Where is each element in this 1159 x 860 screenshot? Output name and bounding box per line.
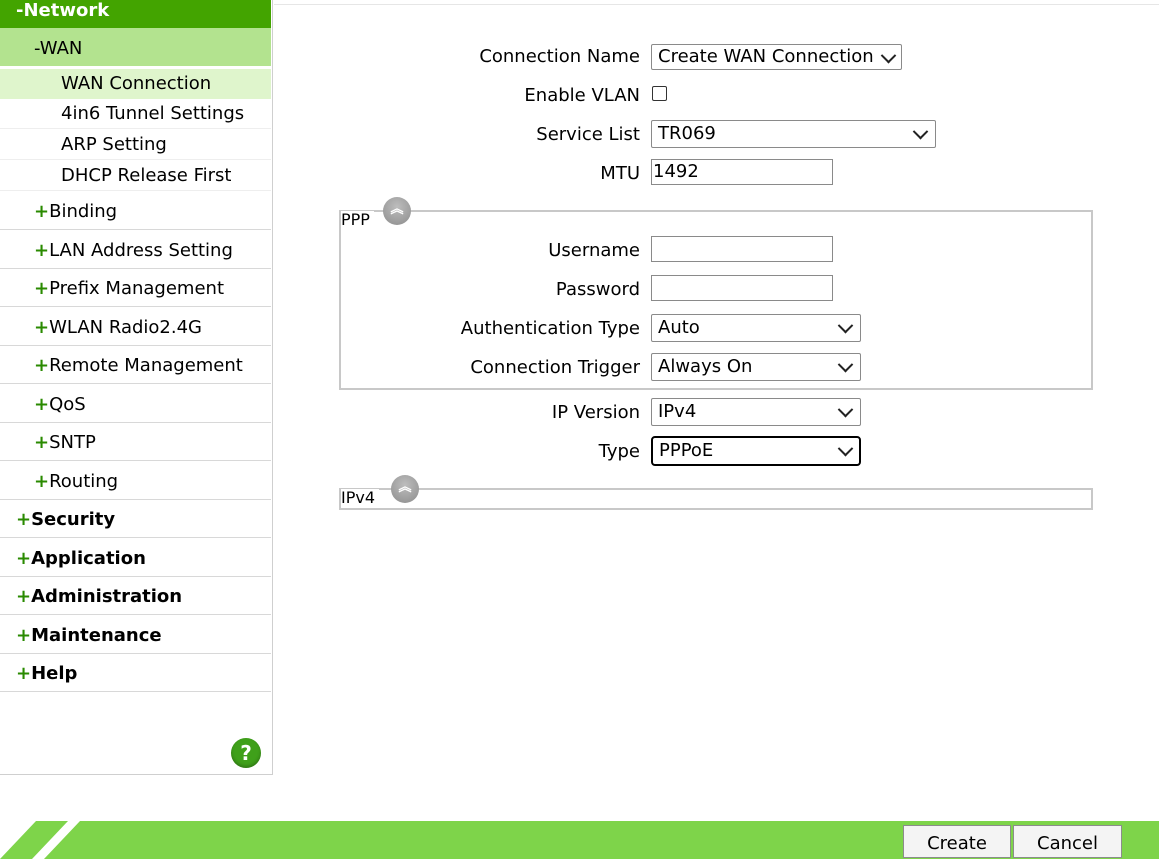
- chevron-down-icon: [880, 47, 897, 64]
- nav-item-label: Help: [31, 663, 78, 684]
- plus-icon: +: [16, 548, 32, 569]
- plus-icon: +: [16, 509, 32, 530]
- nav-item-remote-management[interactable]: +Remote Management: [0, 346, 271, 384]
- nav-item-label: QoS: [49, 394, 86, 415]
- nav-item-prefix-management[interactable]: +Prefix Management: [0, 269, 271, 307]
- plus-icon: +: [34, 471, 50, 492]
- plus-icon: +: [34, 317, 50, 338]
- ip-version-select[interactable]: IPv4: [651, 398, 861, 426]
- enable-vlan-checkbox[interactable]: [652, 86, 667, 101]
- nav-administration[interactable]: +Administration: [0, 577, 271, 615]
- nav-item-label: WAN Connection: [61, 73, 212, 94]
- nav-application[interactable]: +Application: [0, 539, 271, 577]
- nav-help[interactable]: +Help: [0, 654, 271, 692]
- nav-item-label: Application: [31, 548, 146, 569]
- create-button[interactable]: Create: [903, 825, 1011, 858]
- password-label: Password: [555, 279, 640, 300]
- username-input[interactable]: [651, 236, 833, 262]
- chevron-down-icon: [837, 401, 854, 418]
- nav-item-arp-setting[interactable]: ARP Setting: [0, 130, 271, 160]
- type-label: Type: [598, 441, 640, 462]
- type-value: PPPoE: [659, 440, 714, 461]
- chevron-down-icon: [912, 123, 929, 140]
- nav-item-lan-address[interactable]: +LAN Address Setting: [0, 231, 271, 269]
- type-select[interactable]: PPPoE: [651, 436, 861, 466]
- nav-item-wan-connection[interactable]: WAN Connection: [0, 69, 271, 99]
- nav-item-label: Maintenance: [31, 625, 162, 646]
- ip-version-value: IPv4: [658, 401, 697, 422]
- service-list-select[interactable]: TR069: [651, 120, 936, 148]
- cancel-button[interactable]: Cancel: [1013, 825, 1122, 858]
- nav-item-sntp[interactable]: +SNTP: [0, 423, 271, 461]
- chevron-down-icon: [837, 356, 854, 373]
- nav-wan-label: -WAN: [34, 38, 83, 59]
- auth-type-label: Authentication Type: [460, 318, 640, 339]
- nav-item-label: Routing: [49, 471, 119, 492]
- plus-icon: +: [16, 663, 32, 684]
- double-chevron-up-icon[interactable]: ︽: [383, 197, 411, 225]
- plus-icon: +: [34, 394, 50, 415]
- plus-icon: +: [16, 586, 32, 607]
- nav-item-label: LAN Address Setting: [49, 240, 233, 261]
- connection-trigger-label: Connection Trigger: [470, 357, 640, 378]
- nav-item-label: Binding: [49, 201, 118, 222]
- mtu-input[interactable]: 1492: [651, 159, 833, 185]
- connection-trigger-value: Always On: [658, 356, 753, 377]
- connection-trigger-select[interactable]: Always On: [651, 353, 861, 381]
- plus-icon: +: [34, 355, 50, 376]
- sidebar-nav: -Network -WAN WAN Connection 4in6 Tunnel…: [0, 0, 273, 775]
- nav-item-qos[interactable]: +QoS: [0, 385, 271, 423]
- help-question-icon[interactable]: ?: [231, 738, 261, 768]
- nav-item-label: Prefix Management: [49, 278, 224, 299]
- service-list-label: Service List: [536, 124, 640, 145]
- username-label: Username: [548, 240, 640, 261]
- nav-item-routing[interactable]: +Routing: [0, 462, 271, 500]
- ip-version-label: IP Version: [551, 402, 640, 423]
- nav-item-label: Security: [31, 509, 116, 530]
- connection-name-label: Connection Name: [479, 46, 640, 67]
- password-input[interactable]: [651, 275, 833, 301]
- plus-icon: +: [34, 432, 50, 453]
- service-list-value: TR069: [658, 123, 716, 144]
- nav-wan[interactable]: -WAN: [0, 28, 271, 66]
- plus-icon: +: [34, 278, 50, 299]
- connection-name-select[interactable]: Create WAN Connection: [651, 44, 902, 70]
- plus-icon: +: [34, 240, 50, 261]
- nav-item-wlan-radio[interactable]: +WLAN Radio2.4G: [0, 308, 271, 346]
- plus-icon: +: [34, 201, 50, 222]
- top-divider: [274, 4, 1159, 5]
- mtu-value: 1492: [653, 161, 699, 182]
- nav-item-4in6-tunnel[interactable]: 4in6 Tunnel Settings: [0, 99, 271, 129]
- nav-network-label: -Network: [16, 0, 110, 21]
- nav-item-dhcp-release-first[interactable]: DHCP Release First: [0, 161, 271, 191]
- nav-item-label: Remote Management: [49, 355, 243, 376]
- nav-network[interactable]: -Network: [0, 0, 271, 28]
- ipv4-legend: IPv4: [341, 489, 380, 507]
- auth-type-select[interactable]: Auto: [651, 314, 861, 342]
- ipv4-group: [339, 488, 1093, 510]
- double-chevron-up-icon[interactable]: ︽: [391, 475, 419, 503]
- nav-maintenance[interactable]: +Maintenance: [0, 616, 271, 654]
- nav-item-label: DHCP Release First: [61, 165, 232, 186]
- nav-item-label: SNTP: [49, 432, 96, 453]
- nav-item-label: WLAN Radio2.4G: [49, 317, 202, 338]
- plus-icon: +: [16, 625, 32, 646]
- auth-type-value: Auto: [658, 317, 700, 338]
- enable-vlan-label: Enable VLAN: [524, 85, 640, 106]
- chevron-down-icon: [837, 317, 854, 334]
- nav-item-label: Administration: [31, 586, 183, 607]
- nav-item-label: 4in6 Tunnel Settings: [61, 103, 245, 124]
- nav-item-label: ARP Setting: [61, 134, 167, 155]
- connection-name-value: Create WAN Connection: [658, 46, 874, 67]
- mtu-label: MTU: [600, 163, 640, 184]
- nav-security[interactable]: +Security: [0, 500, 271, 538]
- nav-item-binding[interactable]: +Binding: [0, 192, 271, 230]
- chevron-down-icon: [837, 440, 854, 457]
- ppp-legend: PPP: [341, 211, 374, 229]
